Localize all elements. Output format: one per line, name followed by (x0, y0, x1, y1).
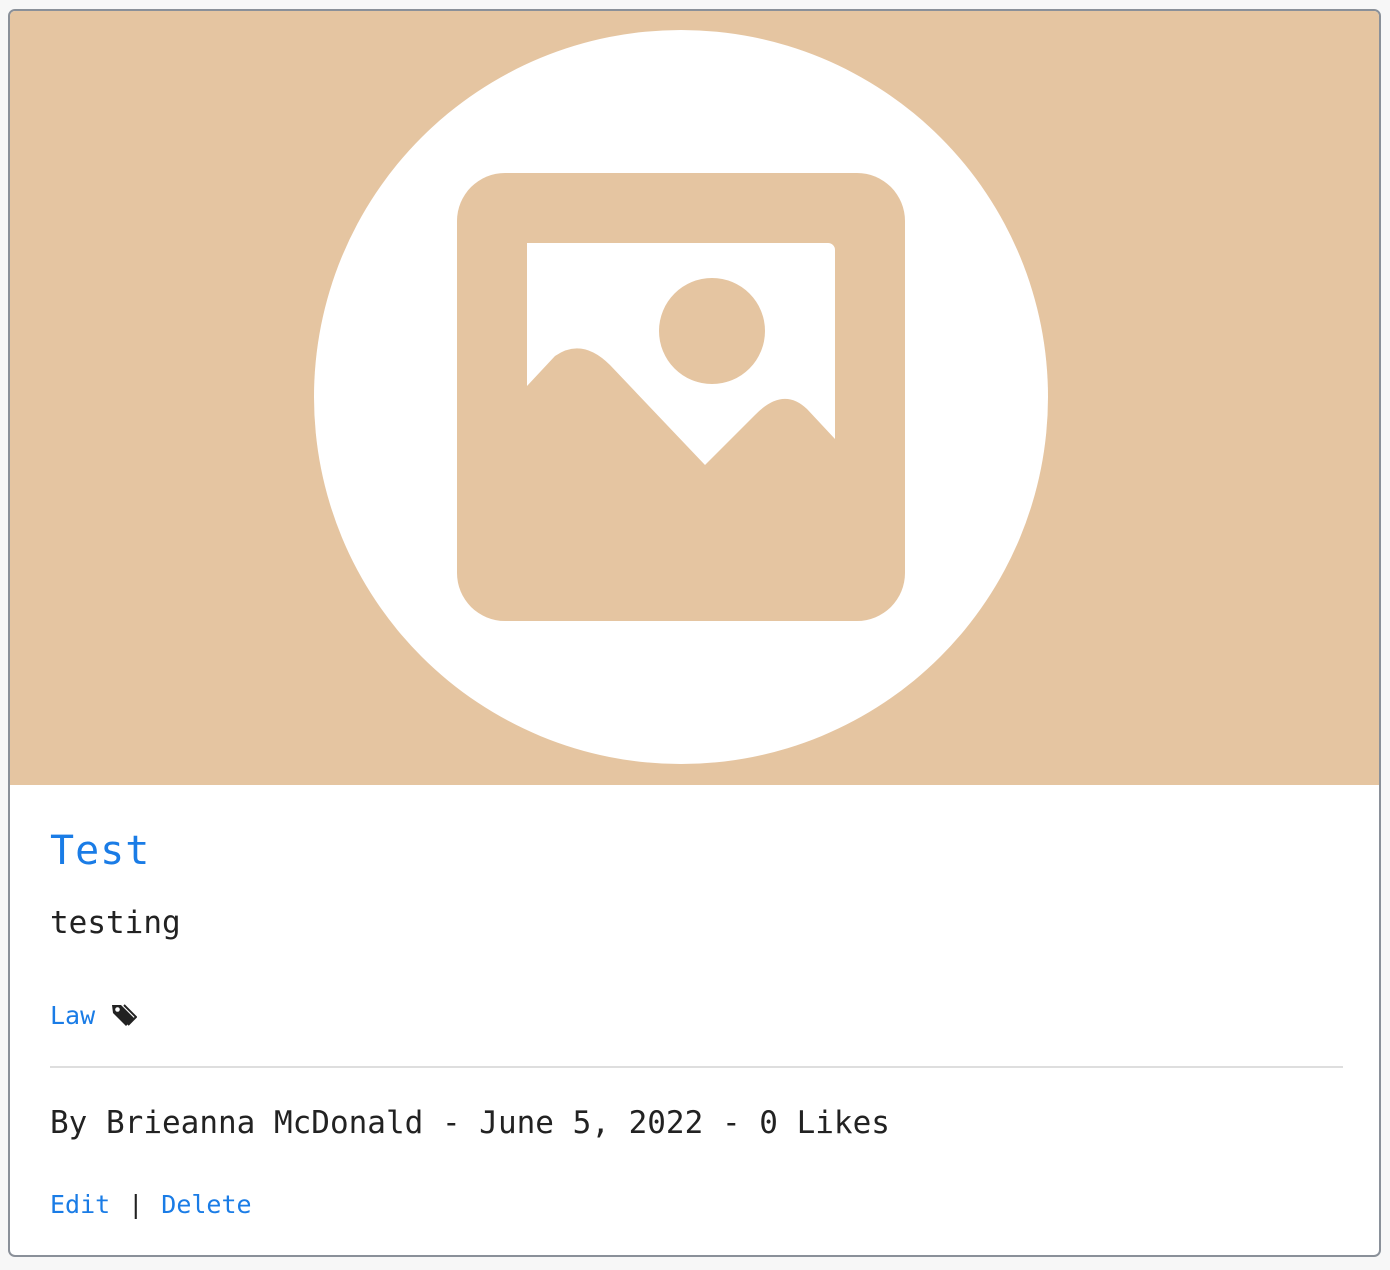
post-byline: By Brieanna McDonald - June 5, 2022 - 0 … (50, 1103, 890, 1143)
tag-row: Law (50, 995, 138, 1035)
edit-link[interactable]: Edit (50, 1187, 110, 1223)
post-card: Test testing Law By Brieanna McDonald - … (8, 9, 1381, 1257)
byline-date: June 5, 2022 (479, 1105, 704, 1141)
actions-separator: | (128, 1190, 144, 1219)
tag-link-law[interactable]: Law (50, 1001, 95, 1030)
post-image (10, 11, 1379, 785)
byline-likes: 0 Likes (759, 1105, 890, 1141)
post-title-link[interactable]: Test (50, 827, 150, 875)
image-placeholder-icon (314, 30, 1048, 764)
post-actions: Edit | Delete (50, 1187, 252, 1223)
tag-icon (109, 1001, 138, 1029)
post-description: testing (50, 905, 181, 941)
byline-author: Brieanna McDonald (106, 1105, 424, 1141)
byline-separator: - (441, 1105, 461, 1141)
delete-link[interactable]: Delete (161, 1187, 251, 1223)
byline-prefix: By (50, 1105, 88, 1141)
byline-separator: - (721, 1105, 741, 1141)
divider (50, 1066, 1343, 1068)
